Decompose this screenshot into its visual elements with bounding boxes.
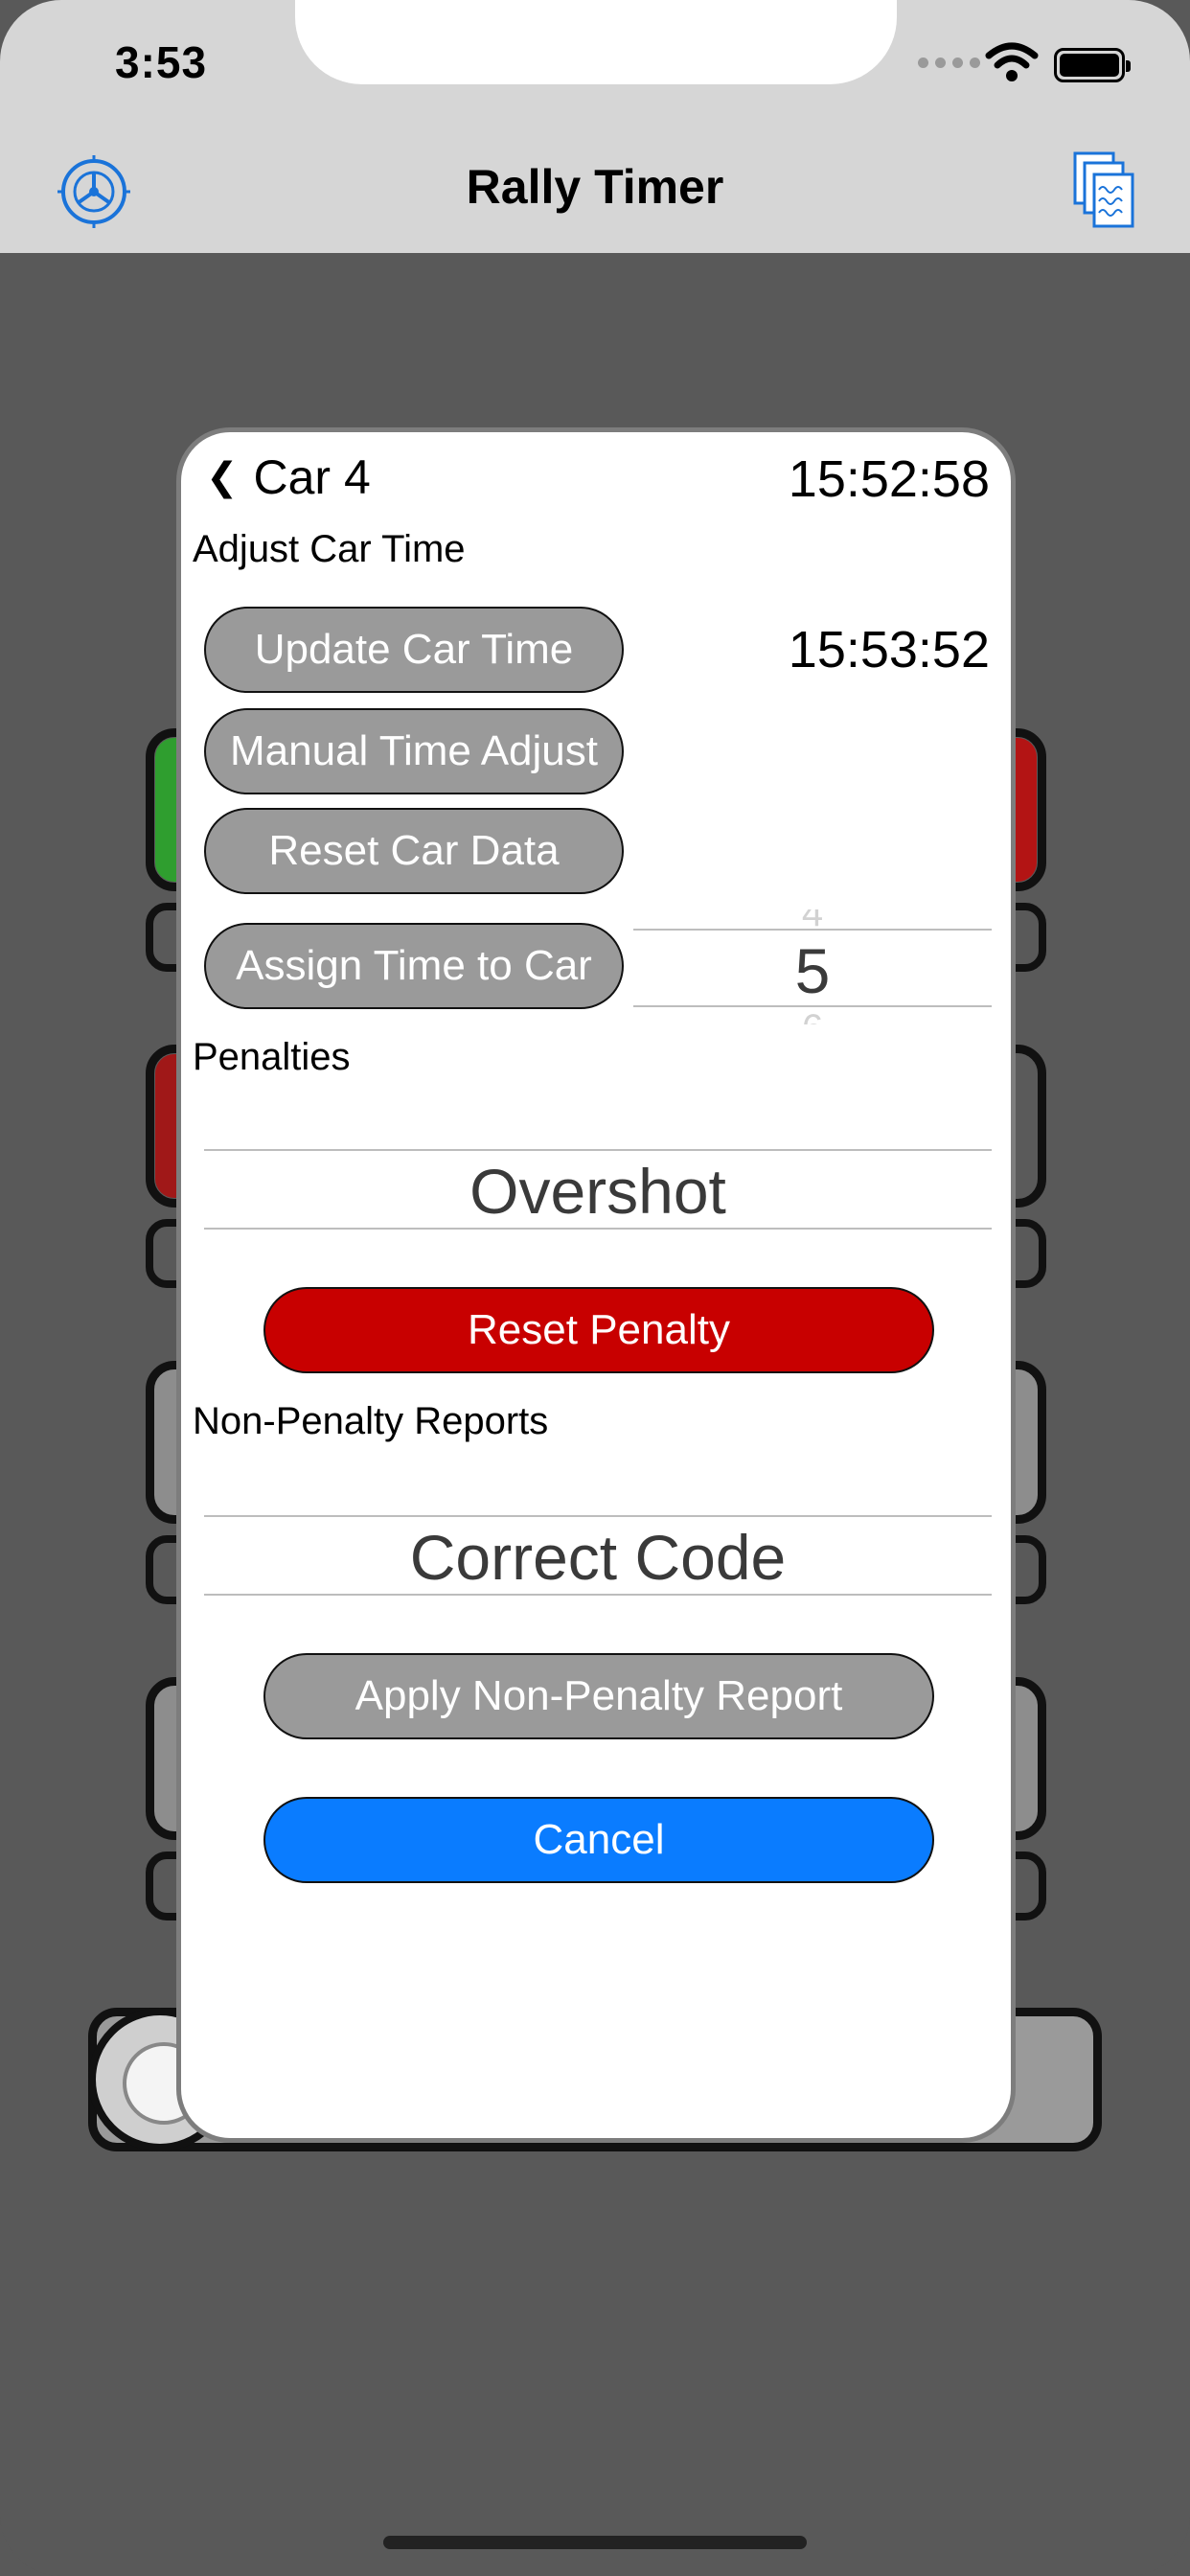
- non-penalty-section-heading: Non-Penalty Reports: [193, 1400, 549, 1442]
- penalty-picker-selected: Overshot: [469, 1156, 726, 1227]
- apply-non-penalty-report-button[interactable]: Apply Non-Penalty Report: [263, 1653, 934, 1739]
- update-car-time-button[interactable]: Update Car Time: [204, 607, 624, 693]
- assign-time-button[interactable]: Assign Time to Car: [204, 923, 624, 1009]
- non-penalty-report-picker[interactable]: Correct Code: [204, 1475, 992, 1638]
- cancel-button[interactable]: Cancel: [263, 1797, 934, 1883]
- report-picker-selected: Correct Code: [409, 1522, 787, 1593]
- car-time-value: 15:53:52: [788, 621, 990, 678]
- back-label: Car 4: [253, 450, 371, 504]
- documents-icon[interactable]: [1073, 151, 1136, 230]
- reset-penalty-button[interactable]: Reset Penalty: [263, 1287, 934, 1373]
- adjust-section-heading: Adjust Car Time: [193, 528, 466, 570]
- manual-time-adjust-button[interactable]: Manual Time Adjust: [204, 708, 624, 794]
- cellular-signal-icon: [918, 58, 980, 68]
- battery-icon: [1054, 48, 1131, 82]
- car-number-picker-selected: 5: [794, 935, 831, 1006]
- app-screen: 3:53 Rally Timer ❮ Car 4 15:52:58 Adjust…: [0, 0, 1190, 2576]
- back-button[interactable]: ❮ Car 4: [206, 449, 371, 505]
- car-number-picker[interactable]: 4 5 6: [633, 909, 992, 1024]
- status-time: 3:53: [115, 37, 208, 87]
- current-time: 15:52:58: [788, 450, 990, 508]
- wifi-icon: [985, 42, 1039, 81]
- navigation-bar: 3:53 Rally Timer: [0, 0, 1190, 253]
- penalties-section-heading: Penalties: [193, 1036, 351, 1078]
- penalty-picker[interactable]: Overshot: [204, 1109, 992, 1272]
- nav-title: Rally Timer: [466, 160, 724, 214]
- reset-car-data-button[interactable]: Reset Car Data: [204, 808, 624, 894]
- chevron-left-icon: ❮: [206, 456, 239, 498]
- home-indicator[interactable]: [383, 2536, 807, 2549]
- car-adjust-dialog: ❮ Car 4 15:52:58 Adjust Car Time Update …: [176, 427, 1016, 2143]
- device-notch: [295, 0, 897, 84]
